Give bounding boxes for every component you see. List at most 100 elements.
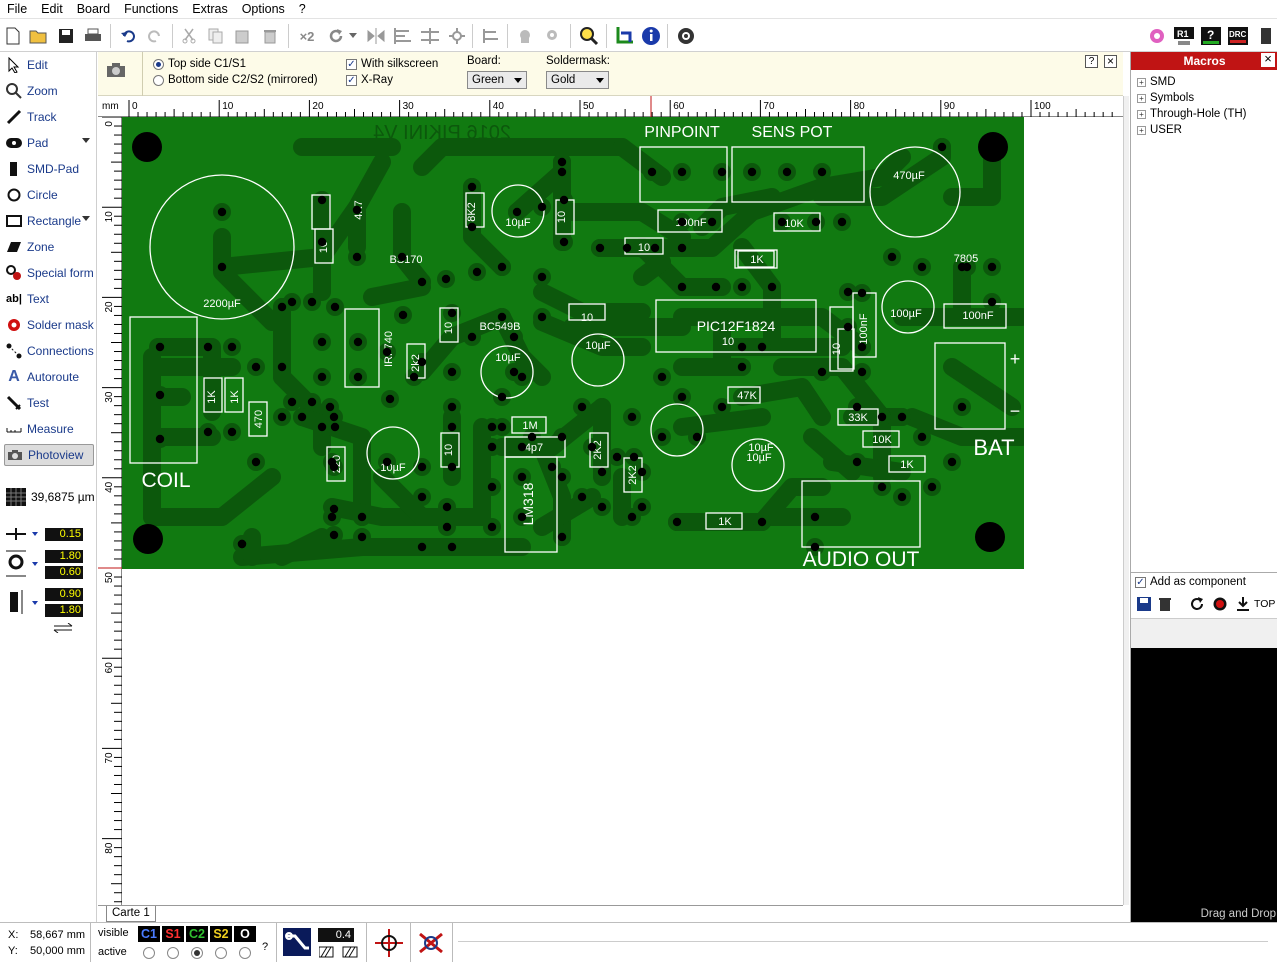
settings-icon[interactable] [675, 25, 697, 47]
trash-icon[interactable] [1159, 597, 1171, 614]
soldermask-select[interactable]: Gold [546, 71, 609, 89]
tool-zoom[interactable]: Zoom [4, 80, 94, 102]
smd-width-field[interactable]: 0.90 [45, 588, 83, 601]
menu-functions[interactable]: Functions [117, 0, 185, 18]
power-icon[interactable] [1256, 25, 1276, 47]
menu-options[interactable]: Options [235, 0, 292, 18]
active-s1-radio[interactable] [167, 947, 179, 959]
menu-extras[interactable]: Extras [185, 0, 234, 18]
rotate-icon[interactable] [1189, 596, 1205, 615]
tool-solder-mask[interactable]: Solder mask [4, 314, 94, 336]
print-icon[interactable] [82, 25, 104, 47]
bottom-side-radio[interactable] [153, 74, 164, 86]
cut-icon[interactable] [178, 25, 200, 47]
track-width-value[interactable]: 0.4 [318, 928, 354, 942]
save-icon[interactable] [1137, 597, 1151, 614]
active-c2-radio[interactable] [191, 947, 203, 959]
save-icon[interactable] [55, 25, 77, 47]
help-check-icon[interactable]: ? [1200, 25, 1222, 47]
pcb-canvas[interactable]: 2016 PIKINI V4 PINPOINT SENS POT COIL BAT AUD… [122, 117, 1123, 905]
tool-photoview[interactable]: Photoview [4, 444, 94, 466]
pcb-board[interactable]: 2016 PIKINI V4 PINPOINT SENS POT COIL BAT AUD… [122, 117, 1024, 569]
silkscreen-option[interactable]: ✓ With silkscreen [346, 58, 438, 70]
tool-track[interactable]: Track [4, 106, 94, 128]
help-button[interactable]: ? [1085, 55, 1098, 68]
open-icon[interactable] [28, 25, 50, 47]
lock-icon[interactable] [514, 25, 536, 47]
chevron-down-icon[interactable] [347, 25, 359, 47]
layer-c1[interactable]: C1 [138, 926, 160, 942]
track-mode-icon[interactable] [283, 928, 311, 956]
vertical-scrollbar[interactable] [1123, 96, 1129, 905]
layer-help[interactable]: ? [262, 941, 268, 953]
distribute-icon[interactable] [419, 25, 441, 47]
flip-icon[interactable] [446, 25, 468, 47]
tool-measure[interactable]: Measure [4, 418, 94, 440]
drc-icon[interactable]: DRC [1227, 25, 1249, 47]
mirror-icon[interactable] [365, 25, 387, 47]
layer-c2[interactable]: C2 [186, 926, 208, 942]
unlock-icon[interactable] [541, 25, 563, 47]
record-icon[interactable] [1213, 597, 1227, 614]
swap-icon[interactable] [52, 622, 74, 636]
r1-icon[interactable]: R1 [1173, 25, 1195, 47]
tool-text[interactable]: ab| Text [4, 288, 94, 310]
close-macros-button[interactable]: × [1261, 52, 1275, 67]
rotate-icon[interactable] [325, 25, 347, 47]
tree-item-user[interactable]: + USER [1137, 124, 1182, 136]
layer-o[interactable]: O [234, 926, 256, 942]
grid-size[interactable]: 39,6875 µm [6, 488, 95, 506]
chevron-down-icon[interactable] [82, 138, 90, 143]
xray-option[interactable]: ✓ X-Ray [346, 74, 393, 86]
tree-item-symbols[interactable]: + Symbols [1137, 92, 1194, 104]
add-as-component-option[interactable]: ✓ Add as component [1135, 576, 1246, 588]
pad-inner-field[interactable]: 0.60 [45, 566, 83, 579]
tool-test[interactable]: Test [4, 392, 94, 414]
xray-checkbox[interactable]: ✓ [346, 74, 357, 86]
menu-board[interactable]: Board [70, 0, 117, 18]
layer-s1[interactable]: S1 [162, 926, 184, 942]
tool-smd-pad[interactable]: SMD-Pad [4, 158, 94, 180]
copy-icon[interactable] [205, 25, 227, 47]
crosshair-icon[interactable] [613, 25, 635, 47]
active-o-radio[interactable] [239, 947, 251, 959]
tool-special-form[interactable]: Special form [4, 262, 94, 284]
zoom-icon[interactable] [578, 25, 600, 47]
delete-icon[interactable] [259, 25, 281, 47]
tool-edit[interactable]: Edit [4, 54, 94, 76]
bottom-side-option[interactable]: Bottom side C2/S2 (mirrored) [153, 74, 318, 86]
add-as-component-checkbox[interactable]: ✓ [1135, 576, 1146, 588]
smd-height-field[interactable]: 1.80 [45, 604, 83, 617]
chevron-down-icon[interactable] [82, 216, 90, 221]
tree-item-through-hole[interactable]: + Through-Hole (TH) [1137, 108, 1247, 120]
crosshair-cursor-icon[interactable] [374, 928, 404, 961]
tool-zone[interactable]: Zone [4, 236, 94, 258]
paste-icon[interactable] [232, 25, 254, 47]
duplicate-icon[interactable]: ×2 [294, 25, 320, 47]
active-s2-radio[interactable] [215, 947, 227, 959]
top-side-radio[interactable] [153, 58, 164, 70]
redo-icon[interactable] [144, 25, 166, 47]
track-width-field[interactable]: 0.15 [45, 528, 83, 541]
no-rubberband-icon[interactable] [416, 928, 446, 961]
tree-item-smd[interactable]: + SMD [1137, 76, 1176, 88]
info-icon[interactable] [640, 25, 662, 47]
ring-icon[interactable] [1146, 25, 1168, 47]
active-c1-radio[interactable] [143, 947, 155, 959]
silkscreen-checkbox[interactable]: ✓ [346, 58, 357, 70]
import-top-button[interactable]: TOP [1235, 596, 1275, 612]
group-icon[interactable] [480, 25, 502, 47]
close-photoview-button[interactable]: × [1104, 55, 1117, 68]
tool-circle[interactable]: Circle [4, 184, 94, 206]
tool-connections[interactable]: Connections [4, 340, 94, 362]
menu-file[interactable]: File [0, 0, 34, 18]
menu-edit[interactable]: Edit [34, 0, 70, 18]
layer-s2[interactable]: S2 [210, 926, 232, 942]
new-icon[interactable] [2, 25, 24, 47]
top-side-option[interactable]: Top side C1/S1 [153, 58, 246, 70]
tab-carte-1[interactable]: Carte 1 [106, 906, 156, 922]
pad-outer-field[interactable]: 1.80 [45, 550, 83, 563]
tool-pad[interactable]: Pad [4, 132, 94, 154]
undo-icon[interactable] [117, 25, 139, 47]
tool-rectangle[interactable]: Rectangle [4, 210, 94, 232]
